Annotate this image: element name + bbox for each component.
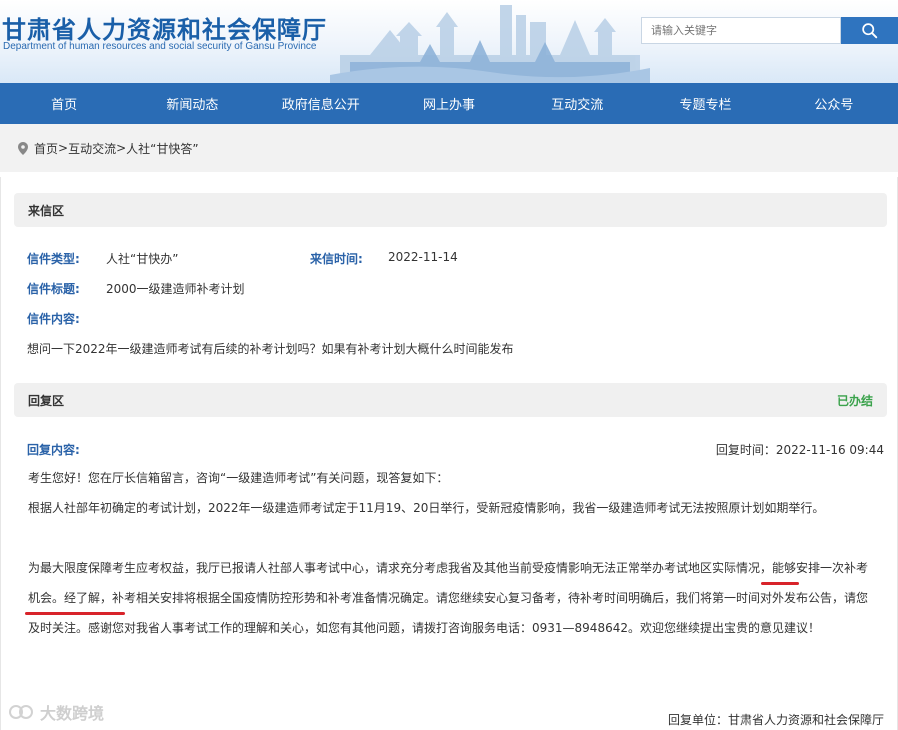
highlight-underline [25,612,125,615]
letter-time-label: 来信时间: [310,252,363,266]
letter-type-label: 信件类型: [27,252,80,266]
letter-subject-value: 2000一级建造师补考计划 [106,282,245,296]
search-box [641,17,841,44]
letter-content-label: 信件内容: [27,312,80,326]
nav-item-news[interactable]: 新闻动态 [128,83,256,124]
nav-item-official-account[interactable]: 公众号 [770,83,898,124]
nav-item-online-services[interactable]: 网上办事 [385,83,513,124]
breadcrumb-section[interactable]: 互动交流 [68,140,116,157]
city-skyline-illustration [330,5,650,83]
reply-paragraph-1: 考生您好！您在厅长信箱留言，咨询“一级建造师考试”有关问题，现答复如下： [28,471,449,485]
breadcrumb-separator: > [116,141,127,155]
reply-time: 回复时间：2022-11-16 09:44 [715,443,884,457]
status-badge: 已办结 [836,393,873,408]
letter-section-header: 来信区 [14,193,887,227]
nav-item-home[interactable]: 首页 [0,83,128,124]
reply-paragraph-2: 根据人社部年初确定的考试计划，2022年一级建造师考试定于11月19、20日举行… [28,501,825,515]
reply-content-label: 回复内容: [27,443,80,457]
search-button[interactable] [841,17,898,44]
search-input[interactable] [642,18,840,43]
letter-subject-label: 信件标题: [27,282,80,296]
reply-section-header: 回复区 已办结 [14,383,887,417]
watermark-text: 大数跨境 [40,704,105,723]
highlight-underline [761,582,799,585]
site-header: 甘肃省人力资源和社会保障厅 Department of human resour… [0,0,898,83]
main-nav: 首页 新闻动态 政府信息公开 网上办事 互动交流 专题专栏 公众号 [0,83,898,124]
watermark: 大数跨境 [8,700,104,724]
letter-time-value: 2022-11-14 [388,250,458,264]
letter-section-title: 来信区 [28,203,65,218]
nav-item-interaction[interactable]: 互动交流 [513,83,641,124]
breadcrumb-separator: > [58,141,69,155]
nav-item-special-topics[interactable]: 专题专栏 [641,83,769,124]
reply-paragraph-3: 为最大限度保障考生应考权益，我厅已报请人社部人事考试中心，请求充分考虑我省及其他… [28,561,869,635]
site-title[interactable]: 甘肃省人力资源和社会保障厅 [2,10,327,45]
site-subtitle: Department of human resources and social… [3,41,317,52]
content-panel: 来信区 信件类型: 人社“甘快办” 来信时间: 2022-11-14 信件标题:… [0,177,898,730]
letter-type-value: 人社“甘快办” [106,252,179,266]
breadcrumb: 首页 > 互动交流 > 人社“甘快答” [0,124,898,172]
letter-content-value: 想问一下2022年一级建造师考试有后续的补考计划吗？如果有补考计划大概什么时间能… [27,342,514,356]
breadcrumb-current: 人社“甘快答” [126,141,199,156]
reply-unit: 回复单位：甘肃省人力资源和社会保障厅 [667,713,884,727]
reply-section-title: 回复区 [28,393,65,408]
location-pin-icon [18,141,28,155]
watermark-logo-icon [9,705,33,719]
breadcrumb-home[interactable]: 首页 [34,140,58,157]
nav-item-gov-info[interactable]: 政府信息公开 [257,83,385,124]
search-icon [862,23,878,39]
